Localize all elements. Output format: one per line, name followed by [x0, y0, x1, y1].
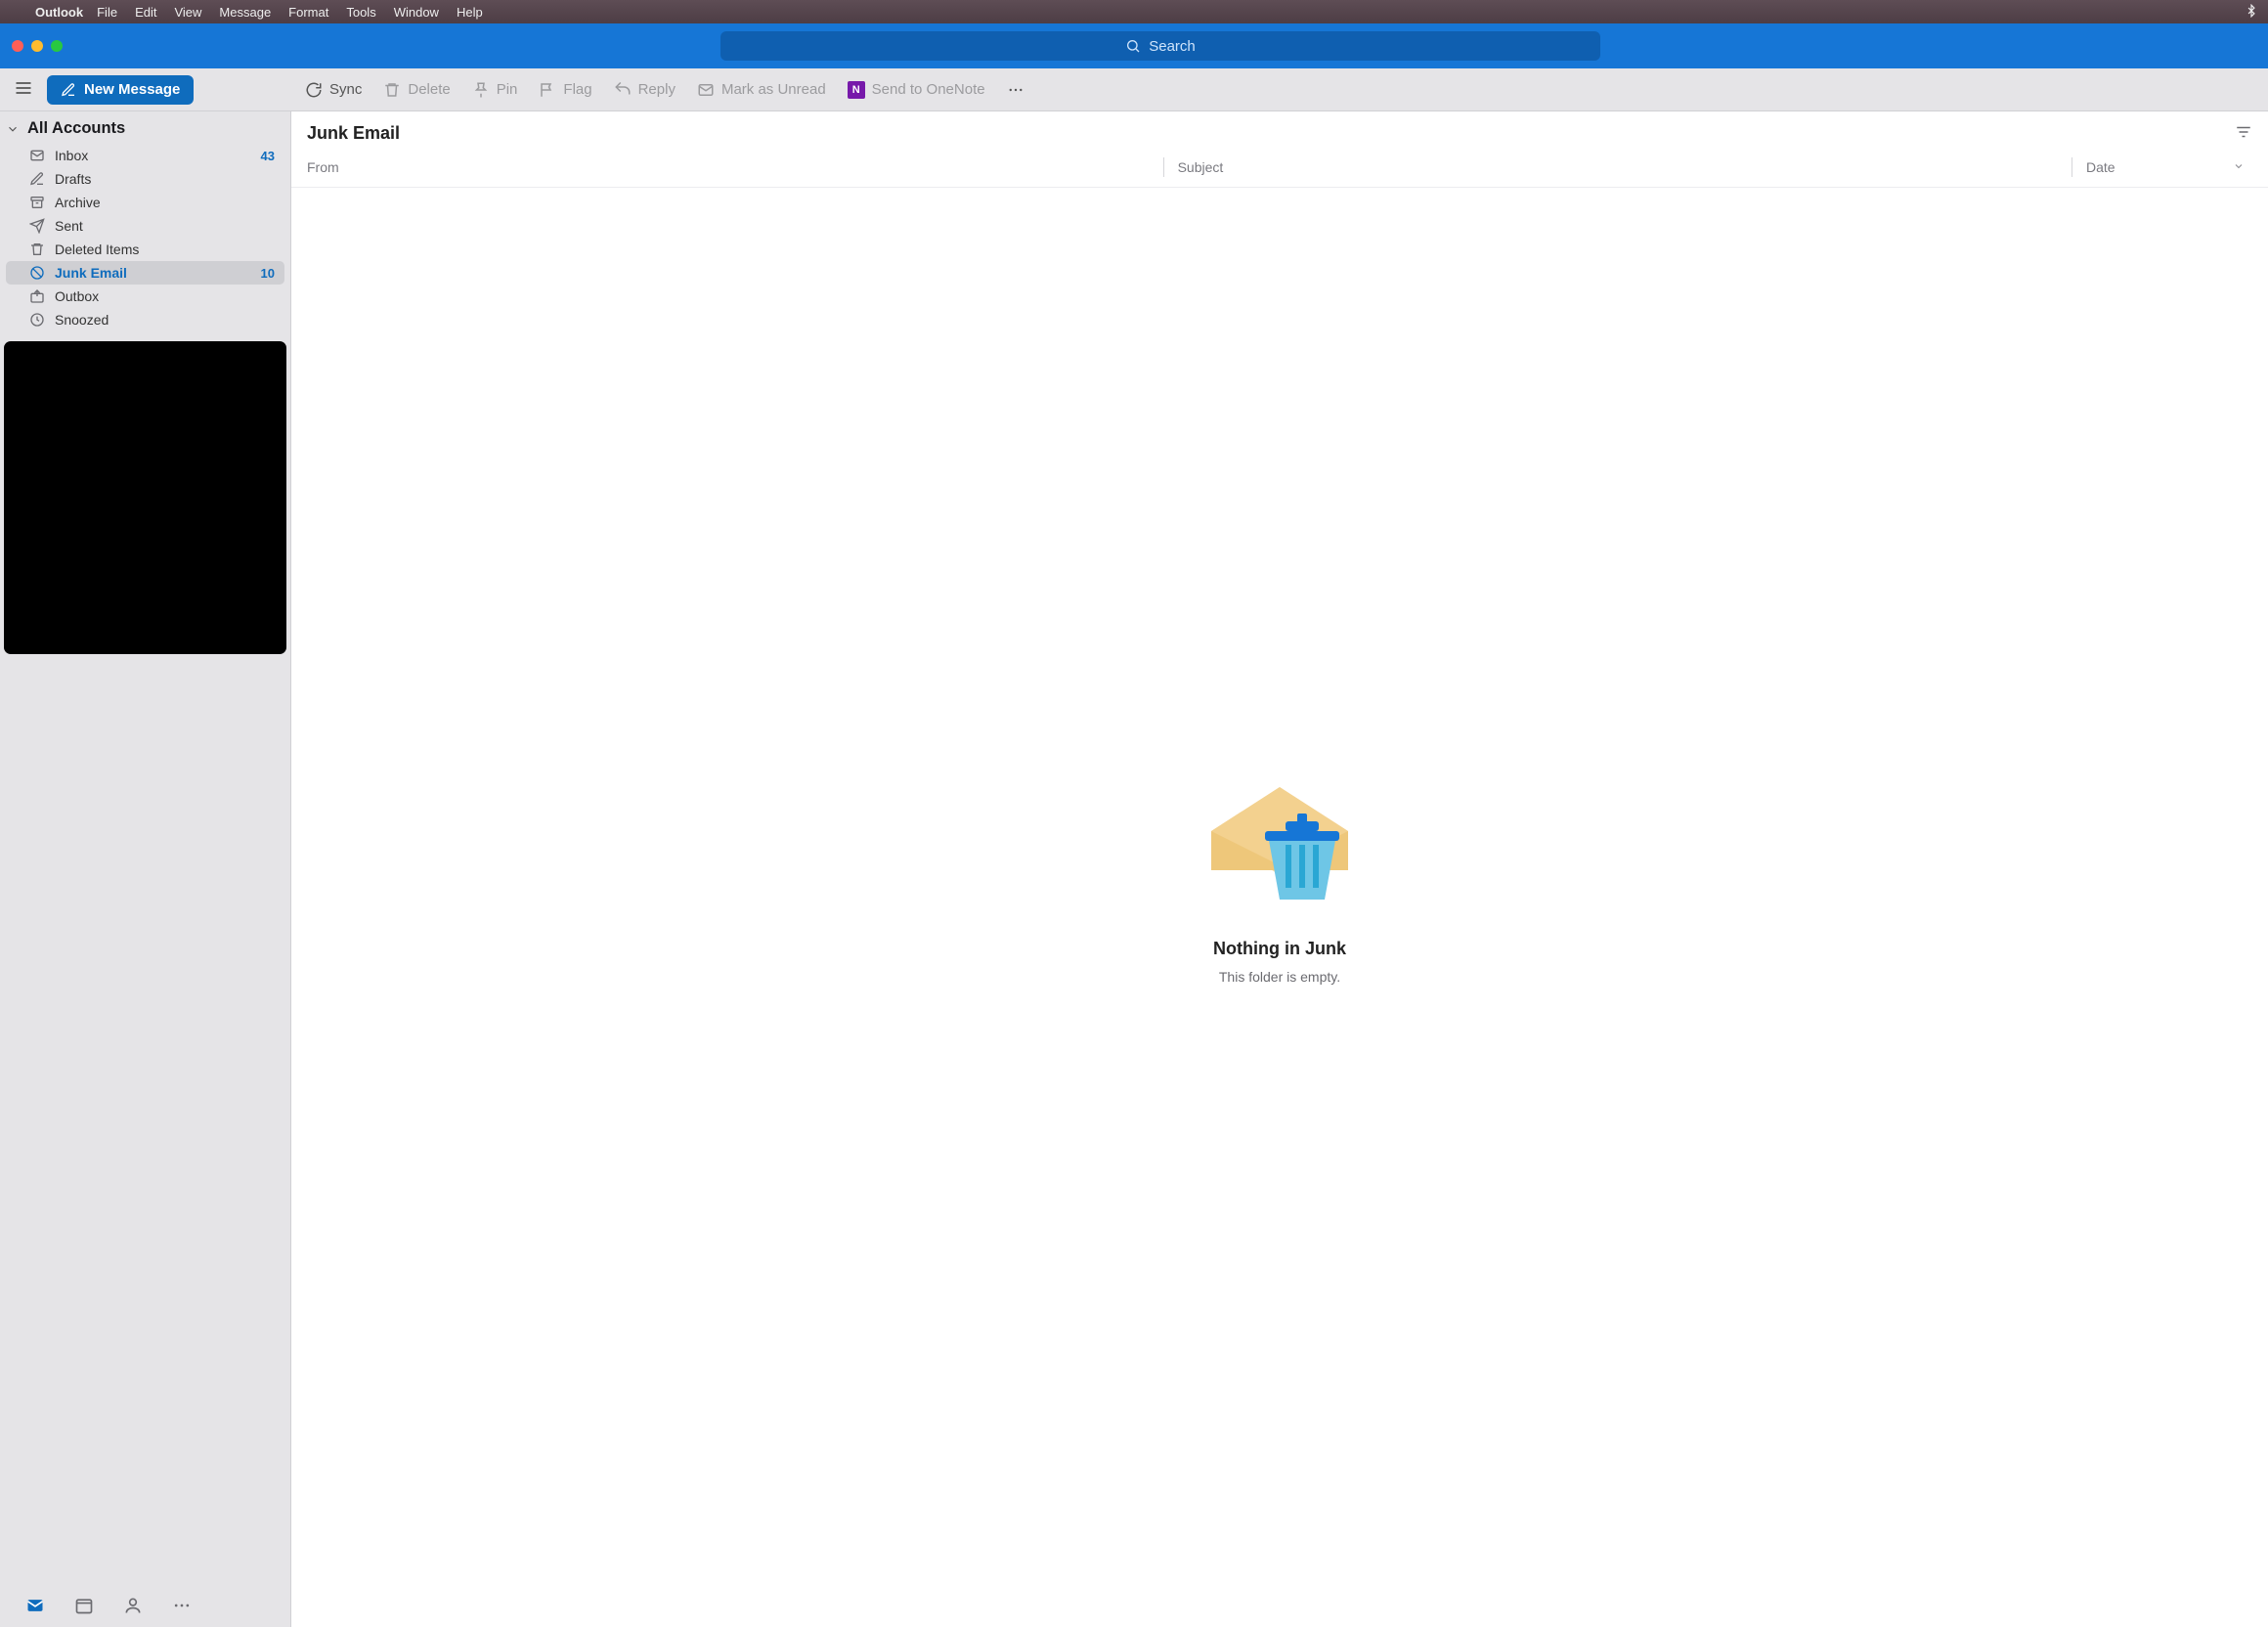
reply-label: Reply	[638, 81, 676, 98]
sidebar: All Accounts Inbox 43 Drafts Archive Sent Del…	[0, 111, 291, 1627]
folder-item-outbox[interactable]: Outbox	[6, 285, 284, 308]
empty-junk-illustration	[1192, 753, 1368, 929]
reply-icon	[614, 81, 632, 99]
folder-count: 43	[261, 149, 275, 163]
onenote-icon: N	[848, 81, 865, 99]
folder-label: Deleted Items	[55, 242, 275, 257]
nav-more-button[interactable]	[172, 1596, 192, 1615]
mark-unread-label: Mark as Unread	[721, 81, 826, 98]
folder-label: Sent	[55, 218, 275, 234]
snoozed-icon	[29, 312, 45, 328]
reply-button[interactable]: Reply	[614, 81, 676, 99]
folder-count: 10	[261, 266, 275, 281]
window-zoom-button[interactable]	[51, 40, 63, 52]
nav-calendar-button[interactable]	[74, 1596, 94, 1615]
window-minimize-button[interactable]	[31, 40, 43, 52]
flag-button[interactable]: Flag	[539, 81, 591, 99]
window-traffic-lights	[12, 40, 63, 52]
sidebar-bottom-nav	[0, 1584, 290, 1627]
menubar-app-name[interactable]: Outlook	[35, 5, 83, 20]
window-close-button[interactable]	[12, 40, 23, 52]
menubar-help[interactable]: Help	[457, 5, 483, 20]
search-icon	[1125, 38, 1141, 54]
folder-item-archive[interactable]: Archive	[6, 191, 284, 214]
sidebar-preview-panel	[4, 341, 286, 654]
toggle-sidebar-button[interactable]	[14, 78, 33, 101]
delete-button[interactable]: Delete	[383, 81, 450, 99]
compose-icon	[61, 82, 76, 98]
folder-label: Junk Email	[55, 265, 251, 281]
flag-label: Flag	[563, 81, 591, 98]
folder-item-deleted[interactable]: Deleted Items	[6, 238, 284, 261]
folder-list: Inbox 43 Drafts Archive Sent Deleted Items Jun…	[0, 144, 290, 331]
pin-label: Pin	[497, 81, 518, 98]
folder-label: Drafts	[55, 171, 275, 187]
menubar-view[interactable]: View	[174, 5, 201, 20]
empty-state: Nothing in Junk This folder is empty.	[291, 149, 2268, 1588]
menubar-edit[interactable]: Edit	[135, 5, 156, 20]
empty-state-title: Nothing in Junk	[1213, 939, 1346, 959]
new-message-button[interactable]: New Message	[47, 75, 194, 105]
delete-label: Delete	[408, 81, 450, 98]
ellipsis-icon	[1007, 81, 1025, 99]
folder-item-snoozed[interactable]: Snoozed	[6, 308, 284, 331]
menubar-tools[interactable]: Tools	[346, 5, 375, 20]
nav-mail-button[interactable]	[25, 1596, 45, 1615]
chevron-down-icon	[6, 122, 20, 136]
window-header: Search	[0, 23, 2268, 68]
nav-people-button[interactable]	[123, 1596, 143, 1615]
bluetooth-status-icon[interactable]	[2245, 4, 2258, 21]
sync-button[interactable]: Sync	[305, 81, 362, 99]
filter-icon	[2235, 123, 2252, 141]
folder-item-inbox[interactable]: Inbox 43	[6, 144, 284, 167]
folder-label: Snoozed	[55, 312, 275, 328]
sync-icon	[305, 81, 323, 99]
junk-icon	[29, 265, 45, 281]
menubar-message[interactable]: Message	[219, 5, 271, 20]
folder-item-junk[interactable]: Junk Email 10	[6, 261, 284, 285]
message-list-pane: Junk Email From Subject Date	[291, 111, 2268, 1627]
mark-unread-button[interactable]: Mark as Unread	[697, 81, 826, 99]
mail-unread-icon	[697, 81, 715, 99]
accounts-header-label: All Accounts	[27, 119, 125, 138]
folder-label: Archive	[55, 195, 275, 210]
drafts-icon	[29, 171, 45, 187]
ribbon-overflow-button[interactable]	[1007, 81, 1025, 99]
trash-icon	[383, 81, 401, 99]
pin-button[interactable]: Pin	[472, 81, 518, 99]
folder-title: Junk Email	[307, 123, 2235, 144]
new-message-label: New Message	[84, 81, 180, 98]
flag-icon	[539, 81, 556, 99]
send-onenote-label: Send to OneNote	[872, 81, 985, 98]
global-search[interactable]: Search	[720, 31, 1600, 61]
archive-icon	[29, 195, 45, 210]
inbox-icon	[29, 148, 45, 163]
deleted-icon	[29, 242, 45, 257]
pin-icon	[472, 81, 490, 99]
folder-label: Outbox	[55, 288, 275, 304]
accounts-header[interactable]: All Accounts	[0, 111, 290, 144]
menubar-file[interactable]: File	[97, 5, 117, 20]
outbox-icon	[29, 288, 45, 304]
sync-label: Sync	[329, 81, 362, 98]
send-to-onenote-button[interactable]: N Send to OneNote	[848, 81, 985, 99]
menubar-window[interactable]: Window	[394, 5, 439, 20]
empty-state-subtitle: This folder is empty.	[1219, 969, 1340, 985]
toolbar: New Message Sync Delete Pin Flag Reply M…	[0, 68, 2268, 111]
filter-button[interactable]	[2235, 123, 2252, 144]
macos-menubar: Outlook File Edit View Message Format To…	[0, 0, 2268, 23]
folder-label: Inbox	[55, 148, 251, 163]
sent-icon	[29, 218, 45, 234]
folder-item-sent[interactable]: Sent	[6, 214, 284, 238]
search-placeholder: Search	[1149, 38, 1196, 55]
folder-item-drafts[interactable]: Drafts	[6, 167, 284, 191]
menubar-format[interactable]: Format	[288, 5, 328, 20]
